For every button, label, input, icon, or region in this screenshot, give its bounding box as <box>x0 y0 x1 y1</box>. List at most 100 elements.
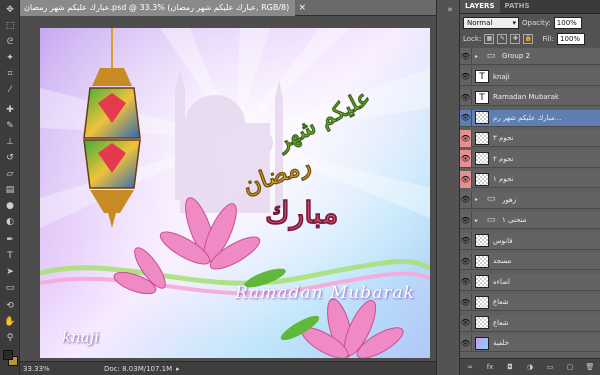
layer-visibility-eye-icon[interactable]: 👁 <box>460 109 472 126</box>
layer-row[interactable]: 👁 ▸ ▭ منحنى ١ <box>460 211 600 229</box>
layer-controls: Normal Opacity: 100% Lock: ▦ ✎ ✥ 🔒 Fill:… <box>460 14 600 50</box>
layer-row[interactable]: 👁 نجوم ٢ <box>460 150 600 168</box>
gradient-tool-icon[interactable]: ▤ <box>2 184 18 196</box>
status-menu-arrow-icon[interactable]: ▸ <box>176 365 180 373</box>
history-brush-tool-icon[interactable]: ↺ <box>2 152 18 164</box>
layer-row[interactable]: 👁 ▸ ▭ Group 2 <box>460 47 600 65</box>
panel-dock-strip: » <box>436 0 460 375</box>
new-group-icon[interactable]: ▭ <box>545 363 555 372</box>
layer-row[interactable]: 👁 شعاع <box>460 293 600 311</box>
opacity-label: Opacity: <box>522 19 551 27</box>
tab-paths[interactable]: PATHS <box>500 0 535 13</box>
document-workspace: عليكم شهر رمضان مبارك Ramadan Mubarak kn… <box>20 16 436 361</box>
lasso-tool-icon[interactable]: ᘓ <box>2 36 18 48</box>
delete-layer-icon[interactable]: 🗑 <box>585 363 595 372</box>
pen-tool-icon[interactable]: ✒ <box>2 234 18 246</box>
artwork-canvas[interactable]: عليكم شهر رمضان مبارك Ramadan Mubarak kn… <box>40 28 430 358</box>
layer-name: مبارك عليكم شهر رم... <box>493 113 562 122</box>
lock-pixels-icon[interactable]: ✎ <box>497 34 508 44</box>
layer-row[interactable]: 👁 شعاع <box>460 314 600 332</box>
magic-wand-tool-icon[interactable]: ✦ <box>2 52 18 64</box>
3d-rotate-tool-icon[interactable]: ⟲ <box>2 300 18 312</box>
layer-row[interactable]: 👁 T Ramadan Mubarak <box>460 88 600 106</box>
folder-icon: ▭ <box>486 194 496 204</box>
layer-visibility-eye-icon[interactable]: 👁 <box>460 293 472 311</box>
link-layers-icon[interactable]: ∞ <box>465 363 475 372</box>
layer-thumbnail <box>475 275 489 288</box>
lock-all-icon[interactable]: 🔒 <box>523 34 534 44</box>
blur-tool-icon[interactable]: ● <box>2 200 18 212</box>
layer-mask-icon[interactable]: ◘ <box>505 363 515 372</box>
brush-tool-icon[interactable]: ✎ <box>2 120 18 132</box>
tab-layers[interactable]: LAYERS <box>460 0 500 13</box>
layer-row[interactable]: 👁 مبارك عليكم شهر رم... <box>460 109 600 127</box>
layer-visibility-eye-icon[interactable]: 👁 <box>460 129 472 147</box>
layer-row[interactable]: 👁 نجوم ٣ <box>460 129 600 147</box>
eyedropper-tool-icon[interactable]: ⁄ <box>2 84 18 96</box>
layer-visibility-eye-icon[interactable]: 👁 <box>460 47 472 65</box>
layer-thumbnail <box>475 336 489 350</box>
layer-style-icon[interactable]: fx <box>485 363 495 372</box>
expand-group-chevron-icon[interactable]: ▸ <box>475 217 481 224</box>
move-tool-icon[interactable]: ✥ <box>2 4 18 16</box>
collapse-panels-icon[interactable]: » <box>442 4 458 16</box>
layer-visibility-eye-icon[interactable]: 👁 <box>460 88 472 106</box>
layer-name: منحنى ١ <box>502 216 527 224</box>
lock-position-icon[interactable]: ✥ <box>510 34 521 44</box>
new-layer-icon[interactable]: ▢ <box>565 363 575 372</box>
shape-tool-icon[interactable]: ▭ <box>2 282 18 294</box>
layer-visibility-eye-icon[interactable]: 👁 <box>460 334 472 352</box>
close-document-icon[interactable]: × <box>297 3 307 13</box>
layer-row[interactable]: 👁 نجوم ١ <box>460 170 600 188</box>
artwork-illustration: عليكم شهر رمضان مبارك <box>40 28 430 358</box>
layer-row[interactable]: 👁 ▸ ▭ زهور <box>460 191 600 209</box>
layer-row[interactable]: 👁 اضاءه <box>460 273 600 291</box>
layer-name: شعاع <box>493 298 509 306</box>
document-size: Doc: 8.03M/107.1M <box>104 364 173 373</box>
layer-thumbnail <box>475 316 489 329</box>
canvas-text-ramadan-mubarak: Ramadan Mubarak <box>235 283 415 303</box>
layer-visibility-eye-icon[interactable]: 👁 <box>460 68 472 85</box>
layer-thumbnail <box>475 152 489 165</box>
document-tab[interactable]: عبارك عليكم شهر رمضان.psd @ 33.3% (عبارك… <box>20 0 296 16</box>
layer-visibility-eye-icon[interactable]: 👁 <box>460 252 472 270</box>
layer-thumbnail <box>475 234 489 247</box>
zoom-tool-icon[interactable]: ⚲ <box>2 332 18 344</box>
layer-row[interactable]: 👁 مسجد <box>460 252 600 270</box>
layer-visibility-eye-icon[interactable]: 👁 <box>460 191 472 208</box>
blend-mode-select[interactable]: Normal <box>463 17 519 29</box>
fill-input[interactable]: 100% <box>557 33 586 45</box>
eraser-tool-icon[interactable]: ▱ <box>2 168 18 180</box>
layer-row[interactable]: 👁 خلفية <box>460 334 600 352</box>
layer-row[interactable]: 👁 Tknaji <box>460 68 600 86</box>
layer-visibility-eye-icon[interactable]: 👁 <box>460 150 472 167</box>
layer-row[interactable]: 👁 فانوس <box>460 232 600 250</box>
hand-tool-icon[interactable]: ✋ <box>2 316 18 328</box>
dodge-tool-icon[interactable]: ◐ <box>2 216 18 228</box>
layer-thumbnail <box>475 254 489 268</box>
marquee-tool-icon[interactable]: ⬚ <box>2 20 18 32</box>
text-layer-icon: T <box>475 90 489 104</box>
layer-visibility-eye-icon[interactable]: 👁 <box>460 273 472 290</box>
expand-group-chevron-icon[interactable]: ▸ <box>475 196 481 203</box>
layer-visibility-eye-icon[interactable]: 👁 <box>460 314 472 331</box>
layer-visibility-eye-icon[interactable]: 👁 <box>460 170 472 188</box>
layer-visibility-eye-icon[interactable]: 👁 <box>460 211 472 229</box>
text-layer-icon: T <box>475 70 489 83</box>
document-tab-bar: عبارك عليكم شهر رمضان.psd @ 33.3% (عبارك… <box>20 0 436 16</box>
layer-name: نجوم ٣ <box>493 134 514 142</box>
layer-visibility-eye-icon[interactable]: 👁 <box>460 232 472 249</box>
expand-group-chevron-icon[interactable]: ▸ <box>475 53 481 60</box>
layer-name: زهور <box>502 195 517 204</box>
crop-tool-icon[interactable]: ⌗ <box>2 68 18 80</box>
clone-stamp-tool-icon[interactable]: ⊥ <box>2 136 18 148</box>
lock-transparency-icon[interactable]: ▦ <box>484 34 495 44</box>
healing-brush-tool-icon[interactable]: ✚ <box>2 104 18 116</box>
path-selection-tool-icon[interactable]: ➤ <box>2 266 18 278</box>
type-tool-icon[interactable]: T <box>2 250 18 262</box>
zoom-level[interactable]: 33.33% <box>20 365 50 373</box>
adjustment-layer-icon[interactable]: ◑ <box>525 363 535 372</box>
opacity-input[interactable]: 100% <box>553 17 582 29</box>
foreground-color-swatch[interactable] <box>3 350 13 360</box>
status-bar: 33.33% Doc: 8.03M/107.1M ▸ <box>20 361 436 375</box>
